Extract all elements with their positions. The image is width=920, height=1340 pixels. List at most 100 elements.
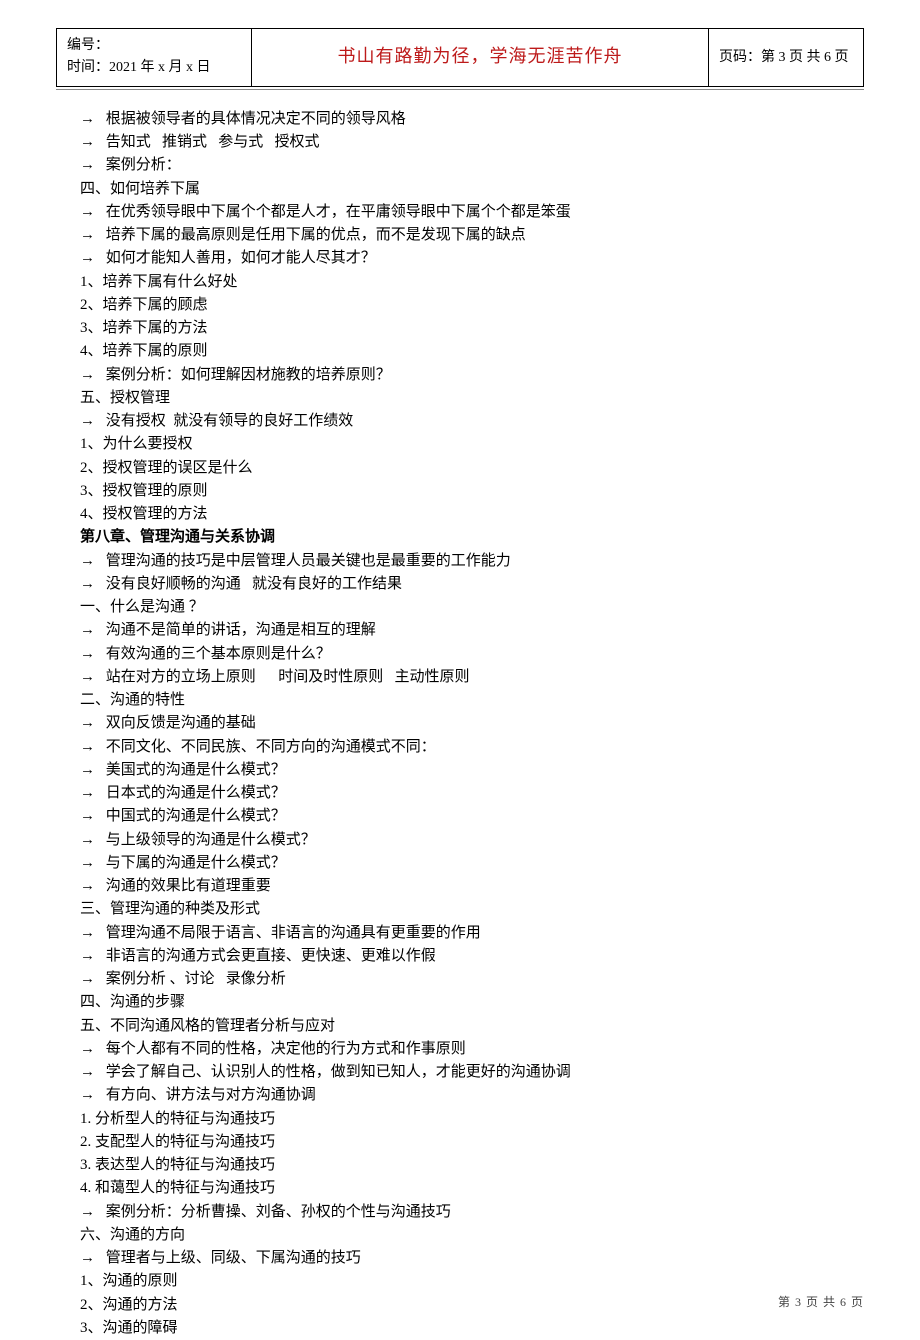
body-text: 日本式的沟通是什么模式？ — [102, 785, 286, 801]
header-mid-cell: 书山有路勤为径，学海无涯苦作舟 — [252, 29, 709, 87]
body-line: 1、沟通的原则 — [80, 1270, 828, 1293]
body-line: 四、如何培养下属 — [80, 178, 828, 201]
header-divider — [56, 89, 864, 90]
body-text: 案例分析：如何理解因材施教的培养原则？ — [102, 367, 391, 383]
arrow-icon: → — [80, 875, 102, 898]
body-line: → 培养下属的最高原则是任用下属的优点，而不是发现下属的缺点 — [80, 224, 828, 247]
body-line: → 沟通不是简单的讲话，沟通是相互的理解 — [80, 619, 828, 642]
body-text: 与上级领导的沟通是什么模式？ — [102, 832, 316, 848]
body-line: 1、培养下属有什么好处 — [80, 271, 828, 294]
body-text: 没有良好顺畅的沟通 就没有良好的工作结果 — [102, 576, 402, 592]
body-text: 有效沟通的三个基本原则是什么？ — [102, 646, 331, 662]
body-line: → 管理沟通的技巧是中层管理人员最关键也是最重要的工作能力 — [80, 550, 828, 573]
body-text: 案例分析： — [102, 157, 181, 173]
body-text: 告知式 推销式 参与式 授权式 — [102, 134, 320, 150]
body-line: 2、授权管理的误区是什么 — [80, 457, 828, 480]
body-line: 六、沟通的方向 — [80, 1224, 828, 1247]
body-line: → 与上级领导的沟通是什么模式？ — [80, 829, 828, 852]
arrow-icon: → — [80, 364, 102, 387]
body-line: → 管理者与上级、同级、下属沟通的技巧 — [80, 1247, 828, 1270]
body-line: → 日本式的沟通是什么模式？ — [80, 782, 828, 805]
body-line: → 告知式 推销式 参与式 授权式 — [80, 131, 828, 154]
body-line: 二、沟通的特性 — [80, 689, 828, 712]
body-text: 站在对方的立场上原则 时间及时性原则 主动性原则 — [102, 669, 470, 685]
body-text: 管理者与上级、同级、下属沟通的技巧 — [102, 1250, 361, 1266]
body-line: → 非语言的沟通方式会更直接、更快速、更难以作假 — [80, 945, 828, 968]
arrow-icon: → — [80, 782, 102, 805]
body-text: 不同文化、不同民族、不同方向的沟通模式不同： — [102, 739, 436, 755]
body-line: 4、培养下属的原则 — [80, 340, 828, 363]
body-text: 根据被领导者的具体情况决定不同的领导风格 — [102, 111, 406, 127]
arrow-icon: → — [80, 154, 102, 177]
body-line: 第八章、管理沟通与关系协调 — [80, 526, 828, 549]
body-line: 4、授权管理的方法 — [80, 503, 828, 526]
arrow-icon: → — [80, 224, 102, 247]
arrow-icon: → — [80, 643, 102, 666]
body-line: 2、培养下属的顾虑 — [80, 294, 828, 317]
body-text: 案例分析 、讨论 录像分析 — [102, 971, 286, 987]
body-line: → 管理沟通不局限于语言、非语言的沟通具有更重要的作用 — [80, 922, 828, 945]
body-text: 没有授权 就没有领导的良好工作绩效 — [102, 413, 353, 429]
arrow-icon: → — [80, 736, 102, 759]
body-text: 非语言的沟通方式会更直接、更快速、更难以作假 — [102, 948, 436, 964]
arrow-icon: → — [80, 201, 102, 224]
arrow-icon: → — [80, 1061, 102, 1084]
body-line: 1. 分析型人的特征与沟通技巧 — [80, 1108, 828, 1131]
body-text: 有方向、讲方法与对方沟通协调 — [102, 1087, 316, 1103]
body-text: 与下属的沟通是什么模式？ — [102, 855, 286, 871]
body-line: → 与下属的沟通是什么模式？ — [80, 852, 828, 875]
body-text: 学会了解自己、认识别人的性格，做到知已知人，才能更好的沟通协调 — [102, 1064, 571, 1080]
header-id-label: 编号： — [67, 35, 241, 57]
body-line: 2、沟通的方法 — [80, 1294, 828, 1317]
body-line: → 没有良好顺畅的沟通 就没有良好的工作结果 — [80, 573, 828, 596]
arrow-icon: → — [80, 1201, 102, 1224]
arrow-icon: → — [80, 1084, 102, 1107]
body-text: 管理沟通不局限于语言、非语言的沟通具有更重要的作用 — [102, 925, 481, 941]
body-line: 3、授权管理的原则 — [80, 480, 828, 503]
body-line: → 在优秀领导眼中下属个个都是人才，在平庸领导眼中下属个个都是笨蛋 — [80, 201, 828, 224]
body-line: → 根据被领导者的具体情况决定不同的领导风格 — [80, 108, 828, 131]
body-text: 每个人都有不同的性格，决定他的行为方式和作事原则 — [102, 1041, 466, 1057]
body-text: 案例分析：分析曹操、刘备、孙权的个性与沟通技巧 — [102, 1204, 451, 1220]
footer-page-label: 第 3 页 共 6 页 — [778, 1293, 864, 1312]
arrow-icon: → — [80, 619, 102, 642]
body-text: 双向反馈是沟通的基础 — [102, 715, 256, 731]
body-line: 一、什么是沟通 ？ — [80, 596, 828, 619]
body-line: → 没有授权 就没有领导的良好工作绩效 — [80, 410, 828, 433]
body-line: → 学会了解自己、认识别人的性格，做到知已知人，才能更好的沟通协调 — [80, 1061, 828, 1084]
body-line: → 有效沟通的三个基本原则是什么？ — [80, 643, 828, 666]
arrow-icon: → — [80, 247, 102, 270]
arrow-icon: → — [80, 108, 102, 131]
header-right-cell: 页码：第 3 页 共 6 页 — [709, 29, 864, 87]
header-table: 编号： 时间：2021 年 x 月 x 日 书山有路勤为径，学海无涯苦作舟 页码… — [56, 28, 864, 87]
arrow-icon: → — [80, 945, 102, 968]
arrow-icon: → — [80, 829, 102, 852]
header-page-label: 页码：第 3 页 共 6 页 — [719, 50, 849, 65]
body-text: 沟通的效果比有道理重要 — [102, 878, 271, 894]
document-body: → 根据被领导者的具体情况决定不同的领导风格→ 告知式 推销式 参与式 授权式→… — [0, 108, 920, 1340]
body-line: 2. 支配型人的特征与沟通技巧 — [80, 1131, 828, 1154]
body-line: → 站在对方的立场上原则 时间及时性原则 主动性原则 — [80, 666, 828, 689]
body-text: 培养下属的最高原则是任用下属的优点，而不是发现下属的缺点 — [102, 227, 526, 243]
arrow-icon: → — [80, 1247, 102, 1270]
body-line: → 如何才能知人善用，如何才能人尽其才？ — [80, 247, 828, 270]
arrow-icon: → — [80, 759, 102, 782]
arrow-icon: → — [80, 805, 102, 828]
arrow-icon: → — [80, 712, 102, 735]
body-line: → 美国式的沟通是什么模式？ — [80, 759, 828, 782]
body-line: 3. 表达型人的特征与沟通技巧 — [80, 1154, 828, 1177]
arrow-icon: → — [80, 550, 102, 573]
arrow-icon: → — [80, 131, 102, 154]
body-line: 五、不同沟通风格的管理者分析与应对 — [80, 1015, 828, 1038]
body-line: → 中国式的沟通是什么模式？ — [80, 805, 828, 828]
arrow-icon: → — [80, 410, 102, 433]
arrow-icon: → — [80, 968, 102, 991]
body-line: 3、培养下属的方法 — [80, 317, 828, 340]
body-line: → 案例分析： — [80, 154, 828, 177]
arrow-icon: → — [80, 852, 102, 875]
body-line: → 案例分析：如何理解因材施教的培养原则？ — [80, 364, 828, 387]
body-line: → 沟通的效果比有道理重要 — [80, 875, 828, 898]
body-text: 管理沟通的技巧是中层管理人员最关键也是最重要的工作能力 — [102, 553, 511, 569]
body-text: 沟通不是简单的讲话，沟通是相互的理解 — [102, 622, 376, 638]
body-text: 美国式的沟通是什么模式？ — [102, 762, 286, 778]
